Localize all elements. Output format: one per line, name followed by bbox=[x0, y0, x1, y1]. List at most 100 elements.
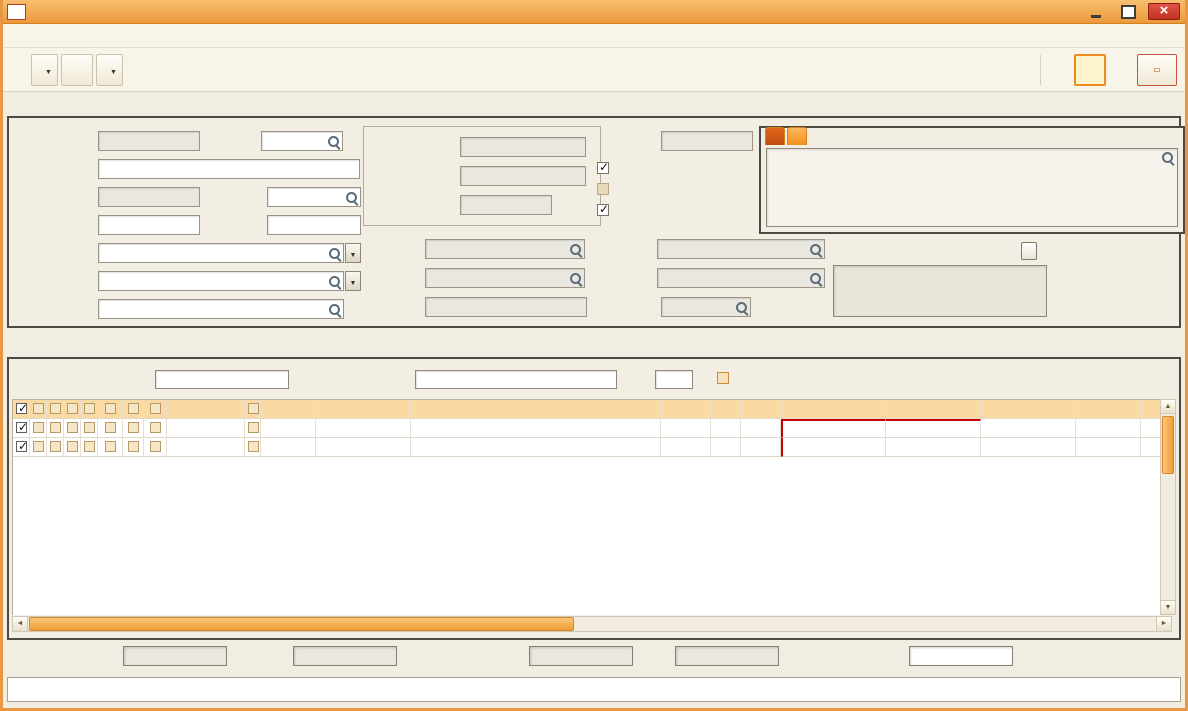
row-flag-checkbox[interactable] bbox=[127, 441, 139, 453]
document-folder-box[interactable] bbox=[833, 265, 1047, 317]
cell-product-id[interactable] bbox=[316, 419, 411, 438]
horizontal-scroll-thumb[interactable] bbox=[29, 617, 574, 631]
cell-qty[interactable] bbox=[711, 400, 741, 419]
row-select-checkbox[interactable] bbox=[16, 401, 28, 415]
row-flag-checkbox[interactable] bbox=[33, 422, 44, 434]
scroll-up-icon[interactable] bbox=[1161, 400, 1175, 414]
row-flag-checkbox[interactable] bbox=[127, 403, 139, 415]
table-row[interactable] bbox=[13, 419, 1171, 438]
row-flag-checkbox[interactable] bbox=[84, 403, 95, 415]
search-icon[interactable] bbox=[328, 275, 341, 288]
search-icon[interactable] bbox=[569, 272, 582, 285]
cell-action[interactable] bbox=[261, 438, 316, 457]
cell-duration[interactable] bbox=[661, 400, 711, 419]
cell-day-each-price[interactable] bbox=[981, 419, 1076, 438]
cell-duration[interactable] bbox=[661, 438, 711, 457]
qty-input[interactable] bbox=[655, 370, 693, 389]
row-flag-checkbox[interactable] bbox=[248, 422, 259, 434]
search-icon[interactable] bbox=[327, 135, 340, 148]
cell-product-id[interactable] bbox=[316, 438, 411, 457]
minimize-icon[interactable] bbox=[1084, 3, 1108, 20]
cell-week-price[interactable] bbox=[1076, 438, 1141, 457]
cell-returning-site[interactable] bbox=[886, 419, 981, 438]
contact-tel-field[interactable] bbox=[425, 297, 587, 317]
cell-description[interactable] bbox=[411, 438, 661, 457]
cell-qty[interactable] bbox=[711, 438, 741, 457]
scroll-down-icon[interactable] bbox=[1161, 600, 1175, 614]
sub-rent-button[interactable] bbox=[95, 53, 123, 86]
search-icon[interactable] bbox=[345, 191, 358, 204]
row-flag-checkbox[interactable] bbox=[149, 403, 161, 415]
tab-labor-comments[interactable] bbox=[787, 127, 807, 145]
table-row[interactable] bbox=[13, 400, 1171, 419]
asset-input[interactable] bbox=[155, 370, 289, 389]
dwm-pricing-checkbox[interactable] bbox=[597, 202, 609, 216]
row-flag-checkbox[interactable] bbox=[84, 422, 95, 434]
project-mgr-field[interactable] bbox=[98, 243, 344, 263]
cell-action[interactable] bbox=[261, 400, 316, 419]
row-flag-checkbox[interactable] bbox=[67, 403, 78, 415]
row-select-checkbox[interactable] bbox=[16, 420, 28, 434]
search-icon[interactable] bbox=[809, 272, 822, 285]
end-date-field[interactable] bbox=[460, 166, 586, 186]
project-mgr-dropdown[interactable] bbox=[345, 243, 361, 263]
duration-field[interactable] bbox=[460, 195, 552, 215]
row-flag-checkbox[interactable] bbox=[33, 403, 44, 415]
site-field[interactable] bbox=[98, 215, 200, 235]
cell-day-each-price[interactable] bbox=[981, 400, 1076, 419]
customer-field[interactable] bbox=[425, 239, 585, 259]
row-flag-checkbox[interactable] bbox=[104, 441, 116, 453]
number-field[interactable] bbox=[98, 131, 200, 151]
event-pricing-checkbox[interactable] bbox=[597, 183, 609, 195]
row-flag-checkbox[interactable] bbox=[50, 422, 61, 434]
row-select-checkbox[interactable] bbox=[16, 439, 28, 453]
date-created-field[interactable] bbox=[98, 187, 200, 207]
cell-unit[interactable] bbox=[741, 438, 781, 457]
row-flag-checkbox[interactable] bbox=[248, 403, 259, 415]
table-row[interactable] bbox=[13, 438, 1171, 457]
search-icon[interactable] bbox=[328, 247, 341, 260]
start-date-field[interactable] bbox=[460, 137, 586, 157]
description-field[interactable] bbox=[98, 159, 360, 179]
search-inventory-button[interactable] bbox=[31, 53, 58, 86]
cell-week-price[interactable] bbox=[1076, 400, 1141, 419]
cell-shipping-site[interactable] bbox=[781, 419, 886, 438]
horizontal-scrollbar[interactable] bbox=[12, 616, 1172, 632]
cell-status[interactable] bbox=[167, 419, 245, 438]
row-flag-checkbox[interactable] bbox=[67, 441, 78, 453]
row-flag-checkbox[interactable] bbox=[50, 403, 61, 415]
cell-shipping-site[interactable] bbox=[781, 438, 886, 457]
cell-unit[interactable] bbox=[741, 419, 781, 438]
cell-week-price[interactable] bbox=[1076, 419, 1141, 438]
version-field[interactable] bbox=[261, 131, 343, 151]
search-icon[interactable] bbox=[328, 303, 341, 316]
row-flag-checkbox[interactable] bbox=[33, 441, 44, 453]
bill-contact-field[interactable] bbox=[657, 268, 825, 288]
sales-person-field[interactable] bbox=[98, 271, 344, 291]
row-flag-checkbox[interactable] bbox=[104, 422, 116, 434]
vertical-scrollbar[interactable] bbox=[1160, 399, 1176, 615]
contact-field[interactable] bbox=[425, 268, 585, 288]
cell-shipping-site[interactable] bbox=[781, 400, 886, 419]
toolbar-button[interactable] bbox=[60, 53, 93, 86]
search-icon[interactable] bbox=[809, 243, 822, 256]
show-suggestions-checkbox[interactable] bbox=[597, 160, 609, 174]
row-flag-checkbox[interactable] bbox=[149, 441, 161, 453]
cell-status[interactable] bbox=[167, 400, 245, 419]
search-icon[interactable] bbox=[569, 243, 582, 256]
cell-description[interactable] bbox=[411, 400, 661, 419]
update-existing-lines-checkbox[interactable] bbox=[717, 372, 729, 384]
scroll-right-icon[interactable] bbox=[1156, 617, 1171, 631]
exit-button[interactable] bbox=[1137, 53, 1177, 86]
conv-date-field[interactable] bbox=[661, 131, 753, 151]
cell-qty[interactable] bbox=[711, 419, 741, 438]
maximize-icon[interactable] bbox=[1116, 3, 1140, 20]
chevron-down-icon[interactable] bbox=[45, 62, 52, 77]
bill-to-field[interactable] bbox=[657, 239, 825, 259]
cell-day-each-price[interactable] bbox=[981, 438, 1076, 457]
wand-button[interactable] bbox=[1074, 53, 1106, 86]
cell-product-id[interactable] bbox=[316, 400, 411, 419]
reset-button[interactable] bbox=[1021, 242, 1037, 260]
labor-planner-field[interactable] bbox=[98, 299, 344, 319]
cell-action[interactable] bbox=[261, 419, 316, 438]
